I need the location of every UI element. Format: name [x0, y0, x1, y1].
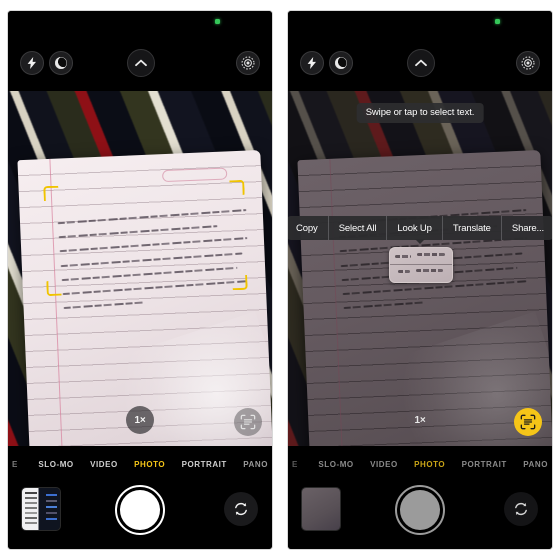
mode-video[interactable]: VIDEO	[90, 460, 118, 469]
live-text-scan-icon[interactable]	[234, 408, 262, 436]
chevron-up-icon[interactable]	[407, 49, 435, 77]
flash-icon[interactable]	[300, 51, 324, 75]
mode-photo[interactable]: PHOTO	[414, 460, 445, 469]
mode-video[interactable]: VIDEO	[370, 460, 398, 469]
mode-pano[interactable]: PANO	[243, 460, 268, 469]
notebook-page	[17, 149, 272, 446]
left-top-control-bar	[8, 33, 272, 91]
handwritten-text	[57, 208, 253, 321]
screenshot-pair: 1× E SLO-MO VIDEO PHOTO PORTRAIT PANO Sw…	[0, 0, 560, 560]
share-button[interactable]: Share...	[502, 216, 552, 240]
select-text-tooltip: Swipe or tap to select text.	[356, 103, 484, 123]
mode-portrait[interactable]: PORTRAIT	[182, 460, 227, 469]
text-selection-context-menu[interactable]: Copy Select All Look Up Translate Share.…	[288, 216, 552, 240]
photo-library-thumbnail[interactable]	[302, 488, 340, 530]
text-selection-loupe	[389, 247, 453, 283]
mode-cinematic[interactable]: E	[292, 460, 302, 469]
translate-button[interactable]: Translate	[443, 216, 502, 240]
mode-portrait[interactable]: PORTRAIT	[462, 460, 507, 469]
right-shutter-row	[288, 480, 552, 544]
context-menu-caret-icon	[415, 239, 425, 244]
right-top-control-bar	[288, 33, 552, 91]
left-bottom-bar: E SLO-MO VIDEO PHOTO PORTRAIT PANO	[8, 446, 272, 549]
camera-in-use-indicator-icon	[495, 19, 500, 24]
left-phone-screenshot: 1× E SLO-MO VIDEO PHOTO PORTRAIT PANO	[8, 11, 272, 549]
copy-button[interactable]: Copy	[288, 216, 329, 240]
live-photo-icon[interactable]	[516, 51, 540, 75]
mode-slo-mo[interactable]: SLO-MO	[318, 460, 353, 469]
mode-cinematic[interactable]: E	[12, 460, 22, 469]
notebook-page	[297, 149, 552, 446]
mode-slo-mo[interactable]: SLO-MO	[38, 460, 73, 469]
camera-flip-icon[interactable]	[504, 492, 538, 526]
mode-photo[interactable]: PHOTO	[134, 460, 165, 469]
live-text-scan-icon[interactable]	[514, 408, 542, 436]
moon-icon[interactable]	[49, 51, 73, 75]
left-viewfinder[interactable]: 1×	[8, 91, 272, 446]
photo-library-thumbnail[interactable]	[22, 488, 60, 530]
chevron-up-icon[interactable]	[127, 49, 155, 77]
shutter-button[interactable]	[395, 485, 445, 535]
look-up-button[interactable]: Look Up	[387, 216, 443, 240]
left-status-strip	[8, 11, 272, 33]
flash-icon[interactable]	[20, 51, 44, 75]
camera-mode-selector[interactable]: E SLO-MO VIDEO PHOTO PORTRAIT PANO	[8, 456, 272, 472]
mode-pano[interactable]: PANO	[523, 460, 548, 469]
right-viewfinder[interactable]: Swipe or tap to select text. Copy Select…	[288, 91, 552, 446]
camera-flip-icon[interactable]	[224, 492, 258, 526]
zoom-level-button[interactable]: 1×	[406, 406, 434, 434]
right-phone-screenshot: Swipe or tap to select text. Copy Select…	[288, 11, 552, 549]
shutter-button[interactable]	[115, 485, 165, 535]
select-all-button[interactable]: Select All	[329, 216, 388, 240]
right-status-strip	[288, 11, 552, 33]
moon-icon[interactable]	[329, 51, 353, 75]
right-bottom-bar: E SLO-MO VIDEO PHOTO PORTRAIT PANO	[288, 446, 552, 549]
live-photo-icon[interactable]	[236, 51, 260, 75]
zoom-level-button[interactable]: 1×	[126, 406, 154, 434]
camera-mode-selector[interactable]: E SLO-MO VIDEO PHOTO PORTRAIT PANO	[288, 456, 552, 472]
left-shutter-row	[8, 480, 272, 544]
camera-in-use-indicator-icon	[215, 19, 220, 24]
